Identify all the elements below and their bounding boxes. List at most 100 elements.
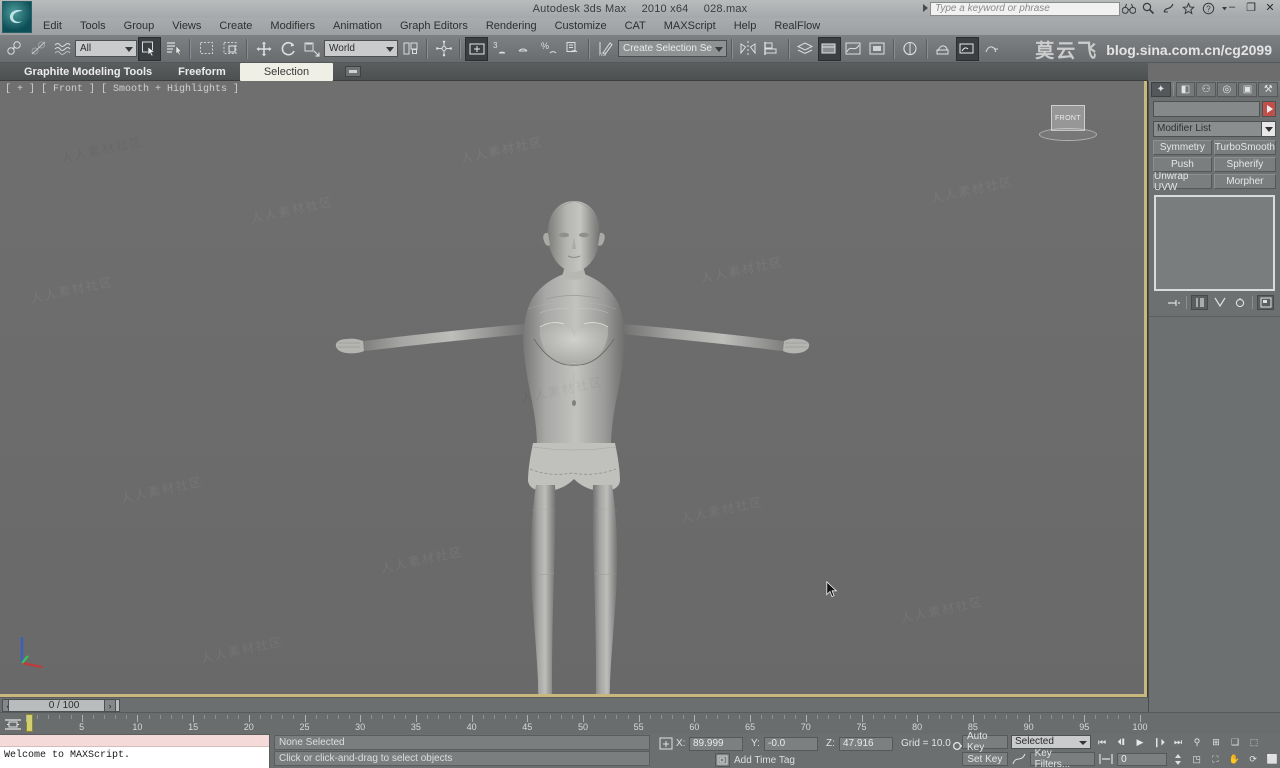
auto-key-button[interactable]: Auto Key — [962, 731, 1008, 753]
search-magnifier-icon[interactable] — [1141, 1, 1156, 16]
add-time-tag-label[interactable]: Add Time Tag — [734, 755, 795, 766]
select-and-scale-icon[interactable] — [300, 37, 323, 61]
zoom-extents-button[interactable]: ❑ — [1227, 735, 1243, 749]
pin-stack-icon[interactable] — [1165, 295, 1182, 310]
unlink-selection-icon[interactable] — [27, 37, 50, 61]
modifier-button-spherify[interactable]: Spherify — [1213, 157, 1276, 172]
window-crossing-toggle-icon[interactable] — [219, 37, 242, 61]
zoom-region-button[interactable]: ⛶ — [1208, 752, 1224, 766]
time-tag-icon[interactable] — [715, 753, 730, 767]
orbit-button[interactable]: ⟳ — [1245, 752, 1261, 766]
modifier-button-morpher[interactable]: Morpher — [1213, 174, 1276, 189]
reference-coordinate-system-combo[interactable]: World — [324, 40, 398, 57]
modify-tab[interactable]: ◧ — [1175, 82, 1196, 97]
tab-graphite-modeling-tools[interactable]: Graphite Modeling Tools — [12, 63, 164, 81]
menu-item-animation[interactable]: Animation — [324, 18, 391, 35]
next-frame-button[interactable]: ❙⏵ — [1151, 735, 1167, 749]
help-icon[interactable]: ? — [1201, 1, 1216, 16]
object-name-input[interactable] — [1153, 101, 1260, 117]
pan-view-button[interactable]: ✋ — [1226, 752, 1242, 766]
remove-modifier-icon[interactable] — [1231, 295, 1248, 310]
rectangular-selection-region-icon[interactable] — [195, 37, 218, 61]
view-cube-compass-ring[interactable] — [1039, 128, 1097, 141]
zoom-all-button[interactable]: ⊞ — [1208, 735, 1224, 749]
show-end-result-icon[interactable] — [1191, 295, 1208, 310]
graphite-modeling-tools-icon[interactable] — [817, 36, 841, 61]
select-and-move-icon[interactable] — [252, 37, 275, 61]
modifier-stack-list[interactable] — [1154, 195, 1275, 291]
select-by-name-icon[interactable] — [162, 37, 185, 61]
open-mini-curve-editor-icon[interactable] — [3, 716, 23, 732]
curve-editor-icon[interactable] — [842, 37, 865, 61]
command-panel-rollout-area[interactable] — [1149, 316, 1280, 716]
search-expand-icon[interactable] — [923, 4, 928, 12]
tab-freeform[interactable]: Freeform — [166, 63, 238, 81]
spinner-icon[interactable] — [1170, 752, 1186, 766]
motion-tab[interactable]: ◎ — [1217, 82, 1237, 97]
configure-modifier-sets-icon[interactable] — [1257, 295, 1274, 310]
menu-item-realflow[interactable]: RealFlow — [765, 18, 829, 35]
utilities-tab[interactable]: ⚒ — [1258, 82, 1279, 97]
hierarchy-tab[interactable]: ⚇ — [1196, 82, 1216, 97]
key-mode-toggle-button[interactable] — [1098, 752, 1114, 766]
favorites-star-icon[interactable] — [1181, 1, 1196, 16]
menu-item-cat[interactable]: CAT — [616, 18, 655, 35]
time-slider[interactable]: ‹ 0 / 100 › — [0, 697, 1148, 712]
object-color-swatch[interactable] — [1262, 101, 1276, 117]
align-icon[interactable] — [761, 37, 784, 61]
search-input[interactable]: Type a keyword or phrase — [930, 2, 1120, 16]
coord-x-field[interactable]: 89.999 — [689, 736, 743, 751]
maximize-viewport-button[interactable]: ⬜ — [1264, 752, 1280, 766]
angle-snap-toggle-icon[interactable]: 3 — [489, 37, 512, 61]
track-bar[interactable]: 5 10 15 20 25 30 35 40 45 50 55 60 65 70 75 80 85 90 95 100 — [0, 712, 1280, 734]
zoom-button[interactable]: ⚲ — [1189, 735, 1205, 749]
rendered-frame-window-icon[interactable] — [955, 36, 979, 61]
snaps-toggle-icon[interactable] — [465, 36, 488, 61]
bind-to-space-warp-icon[interactable] — [51, 37, 74, 61]
edit-named-selection-sets-icon[interactable] — [561, 37, 584, 61]
binoculars-icon[interactable] — [1121, 1, 1136, 16]
maxscript-mini-listener[interactable]: Welcome to MAXScript. — [0, 734, 270, 768]
percent-snap-toggle-icon[interactable] — [513, 37, 536, 61]
coord-y-field[interactable]: -0.0 — [764, 736, 818, 751]
menu-item-edit[interactable]: Edit — [34, 18, 71, 35]
select-and-manipulate-icon[interactable] — [432, 37, 455, 61]
absolute-relative-transform-toggle-icon[interactable] — [657, 736, 674, 751]
schematic-view-icon[interactable] — [866, 37, 889, 61]
menu-item-customize[interactable]: Customize — [546, 18, 616, 35]
previous-frame-button[interactable]: ⏴❙ — [1113, 735, 1129, 749]
application-menu-button[interactable] — [2, 1, 32, 33]
viewport-canvas[interactable]: 人人素材社区 人人素材社区 人人素材社区 人人素材社区 人人素材社区 人人素材社… — [0, 81, 1147, 697]
layer-manager-icon[interactable] — [794, 37, 817, 61]
menu-item-create[interactable]: Create — [210, 18, 261, 35]
view-cube[interactable]: FRONT — [1037, 103, 1099, 143]
selection-filter-combo[interactable]: All — [75, 40, 137, 57]
menu-item-maxscript[interactable]: MAXScript — [655, 18, 725, 35]
key-mode-combo[interactable]: Selected — [1011, 735, 1091, 749]
viewport-front[interactable]: 人人素材社区 人人素材社区 人人素材社区 人人素材社区 人人素材社区 人人素材社… — [0, 81, 1148, 697]
subscription-center-icon[interactable] — [1161, 1, 1176, 16]
modifier-button-symmetry[interactable]: Symmetry — [1153, 140, 1212, 155]
select-and-rotate-icon[interactable] — [276, 37, 299, 61]
modifier-button-turbosmooth[interactable]: TurboSmooth — [1213, 140, 1276, 155]
coord-z-field[interactable]: 47.916 — [839, 736, 893, 751]
create-tab[interactable]: ✦ — [1151, 82, 1171, 97]
modifier-button-unwrap-uvw[interactable]: Unwrap UVW — [1153, 171, 1212, 193]
render-setup-icon[interactable] — [932, 37, 955, 61]
mirror-icon[interactable] — [737, 37, 760, 61]
play-animation-button[interactable]: ▶ — [1132, 735, 1148, 749]
time-configuration-button[interactable]: ◳ — [1189, 752, 1205, 766]
go-to-end-button[interactable]: ⏭ — [1170, 735, 1186, 749]
render-production-icon[interactable] — [980, 37, 1003, 61]
undo-icon[interactable] — [3, 37, 26, 61]
chevron-down-icon[interactable] — [1261, 122, 1275, 136]
select-object-icon[interactable] — [138, 36, 161, 61]
go-to-start-button[interactable]: ⏮ — [1094, 735, 1110, 749]
menu-item-graph-editors[interactable]: Graph Editors — [391, 18, 477, 35]
named-selection-set-combo[interactable]: Create Selection Se — [618, 40, 727, 57]
key-filters-button[interactable]: Key Filters... — [1029, 748, 1096, 768]
current-frame-marker[interactable] — [26, 714, 33, 732]
material-editor-icon[interactable] — [899, 37, 922, 61]
tab-selection[interactable]: Selection — [239, 62, 334, 81]
menu-item-group[interactable]: Group — [115, 18, 164, 35]
